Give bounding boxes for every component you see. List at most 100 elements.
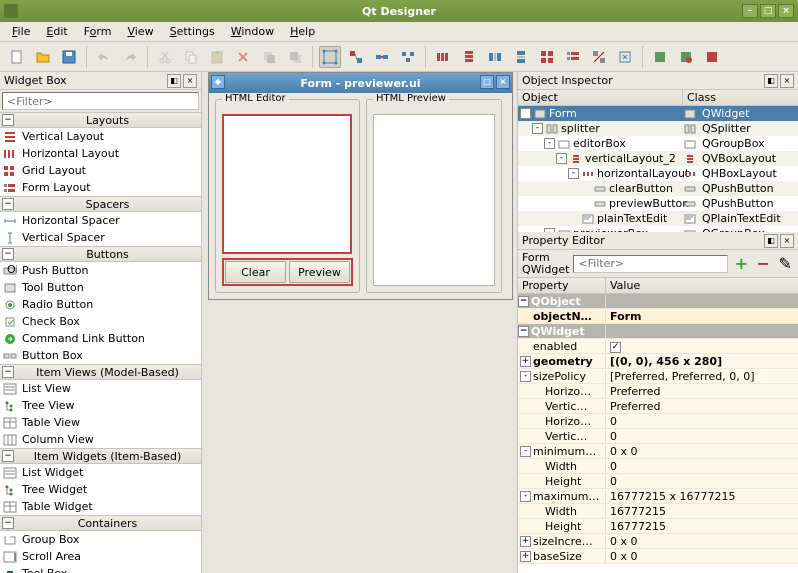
widget-item[interactable]: Vertical Layout bbox=[0, 128, 201, 145]
form-close-button[interactable]: × bbox=[496, 75, 510, 89]
property-row[interactable]: +sizeIncre…0 x 0 bbox=[518, 534, 798, 549]
expand-icon[interactable]: + bbox=[520, 356, 531, 367]
collapse-icon[interactable]: − bbox=[2, 517, 14, 529]
break-layout-icon[interactable] bbox=[588, 46, 610, 68]
preview-button[interactable]: Preview bbox=[289, 261, 350, 283]
property-row[interactable]: Width16777215 bbox=[518, 504, 798, 519]
col-class[interactable]: Class bbox=[683, 90, 798, 105]
edit-widgets-icon[interactable] bbox=[319, 46, 341, 68]
layout-grid-icon[interactable] bbox=[536, 46, 558, 68]
category-header[interactable]: −Item Widgets (Item-Based) bbox=[0, 448, 201, 464]
expand-icon[interactable]: - bbox=[568, 168, 579, 179]
panel-float-button[interactable]: ◧ bbox=[764, 234, 778, 248]
property-value[interactable]: 0 x 0 bbox=[606, 445, 798, 458]
collapse-icon[interactable]: − bbox=[2, 450, 14, 462]
copy-icon[interactable] bbox=[180, 46, 202, 68]
sendback-icon[interactable] bbox=[258, 46, 280, 68]
property-value[interactable]: Preferred bbox=[606, 385, 798, 398]
widget-item[interactable]: Command Link Button bbox=[0, 330, 201, 347]
collapse-icon[interactable]: − bbox=[2, 198, 14, 210]
property-row[interactable]: objectN…Form bbox=[518, 309, 798, 324]
form-window[interactable]: ◆ Form - previewer.ui □ × HTML Editor Cl… bbox=[208, 72, 513, 300]
bringfront-icon[interactable] bbox=[284, 46, 306, 68]
widget-item[interactable]: Horizontal Spacer bbox=[0, 212, 201, 229]
expand-icon[interactable]: + bbox=[520, 551, 531, 562]
property-row[interactable]: Height16777215 bbox=[518, 519, 798, 534]
minimize-button[interactable]: – bbox=[742, 4, 758, 18]
save-icon[interactable] bbox=[58, 46, 80, 68]
close-button[interactable]: × bbox=[778, 4, 794, 18]
property-value[interactable]: 0 bbox=[606, 475, 798, 488]
open-icon[interactable] bbox=[32, 46, 54, 68]
property-value[interactable]: 16777215 bbox=[606, 505, 798, 518]
webview[interactable] bbox=[373, 114, 495, 286]
expand-icon[interactable]: - bbox=[520, 371, 531, 382]
paste-icon[interactable] bbox=[206, 46, 228, 68]
collapse-icon[interactable]: − bbox=[2, 114, 14, 126]
expand-icon[interactable]: - bbox=[520, 491, 531, 502]
property-row[interactable]: +baseSize0 x 0 bbox=[518, 549, 798, 564]
widget-item[interactable]: Tree View bbox=[0, 397, 201, 414]
edit-buddies-icon[interactable] bbox=[371, 46, 393, 68]
edit-taborder-icon[interactable] bbox=[397, 46, 419, 68]
property-section[interactable]: −QWidget bbox=[518, 324, 798, 339]
category-header[interactable]: −Item Views (Model-Based) bbox=[0, 364, 201, 380]
property-row[interactable]: -sizePolicy[Preferred, Preferred, 0, 0] bbox=[518, 369, 798, 384]
maximize-button[interactable]: □ bbox=[760, 4, 776, 18]
property-row[interactable]: Horizo…Preferred bbox=[518, 384, 798, 399]
widget-item[interactable]: Form Layout bbox=[0, 179, 201, 196]
expand-icon[interactable]: - bbox=[520, 108, 531, 119]
widget-item[interactable]: Tool Button bbox=[0, 279, 201, 296]
layout-vert-icon[interactable] bbox=[458, 46, 480, 68]
property-value[interactable]: 0 x 0 bbox=[606, 535, 798, 548]
tree-row[interactable]: -editorBoxQGroupBox bbox=[518, 136, 798, 151]
property-row[interactable]: -maximum…16777215 x 16777215 bbox=[518, 489, 798, 504]
col-property[interactable]: Property bbox=[518, 278, 606, 293]
property-section[interactable]: −QObject bbox=[518, 294, 798, 309]
property-filter-input[interactable] bbox=[573, 255, 728, 273]
preview-groupbox[interactable]: HTML Preview bbox=[366, 99, 502, 293]
panel-close-button[interactable]: × bbox=[780, 234, 794, 248]
panel-close-button[interactable]: × bbox=[183, 74, 197, 88]
tree-row[interactable]: -verticalLayout_2QVBoxLayout bbox=[518, 151, 798, 166]
widget-item[interactable]: Table Widget bbox=[0, 498, 201, 515]
panel-close-button[interactable]: × bbox=[780, 74, 794, 88]
layout-form-icon[interactable] bbox=[562, 46, 584, 68]
property-row[interactable]: -minimum…0 x 0 bbox=[518, 444, 798, 459]
layout-horiz-icon[interactable] bbox=[432, 46, 454, 68]
form-max-button[interactable]: □ bbox=[480, 75, 494, 89]
redo-icon[interactable] bbox=[119, 46, 141, 68]
widget-item[interactable]: List View bbox=[0, 380, 201, 397]
widget-item[interactable]: Grid Layout bbox=[0, 162, 201, 179]
widget-item[interactable]: Scroll Area bbox=[0, 548, 201, 565]
property-row[interactable]: Width0 bbox=[518, 459, 798, 474]
widget-item[interactable]: List Widget bbox=[0, 464, 201, 481]
tree-row[interactable]: -horizontalLayoutQHBoxLayout bbox=[518, 166, 798, 181]
menu-edit[interactable]: Edit bbox=[38, 23, 75, 40]
widget-item[interactable]: Radio Button bbox=[0, 296, 201, 313]
tree-row[interactable]: clearButtonQPushButton bbox=[518, 181, 798, 196]
property-value[interactable]: [Preferred, Preferred, 0, 0] bbox=[606, 370, 798, 383]
panel-float-button[interactable]: ◧ bbox=[764, 74, 778, 88]
expand-icon[interactable]: - bbox=[544, 138, 555, 149]
property-row[interactable]: Horizo…0 bbox=[518, 414, 798, 429]
property-value[interactable]: ✓ bbox=[606, 339, 798, 353]
property-value[interactable]: 0 bbox=[606, 415, 798, 428]
menu-help[interactable]: Help bbox=[282, 23, 323, 40]
widget-filter-input[interactable] bbox=[2, 92, 199, 110]
category-header[interactable]: −Containers bbox=[0, 515, 201, 531]
adjust-size-icon[interactable] bbox=[614, 46, 636, 68]
widget-item[interactable]: OKPush Button bbox=[0, 262, 201, 279]
property-row[interactable]: Vertic…Preferred bbox=[518, 399, 798, 414]
widget-item[interactable]: Tree Widget bbox=[0, 481, 201, 498]
collapse-icon[interactable]: − bbox=[518, 326, 529, 337]
layout-vert-splitter-icon[interactable] bbox=[510, 46, 532, 68]
col-object[interactable]: Object bbox=[518, 90, 683, 105]
widget-item[interactable]: Group Box bbox=[0, 531, 201, 548]
tool-misc1-icon[interactable] bbox=[649, 46, 671, 68]
undo-icon[interactable] bbox=[93, 46, 115, 68]
menu-view[interactable]: View bbox=[119, 23, 161, 40]
property-value[interactable]: 0 bbox=[606, 460, 798, 473]
expand-icon[interactable]: - bbox=[520, 446, 531, 457]
widget-item[interactable]: Button Box bbox=[0, 347, 201, 364]
